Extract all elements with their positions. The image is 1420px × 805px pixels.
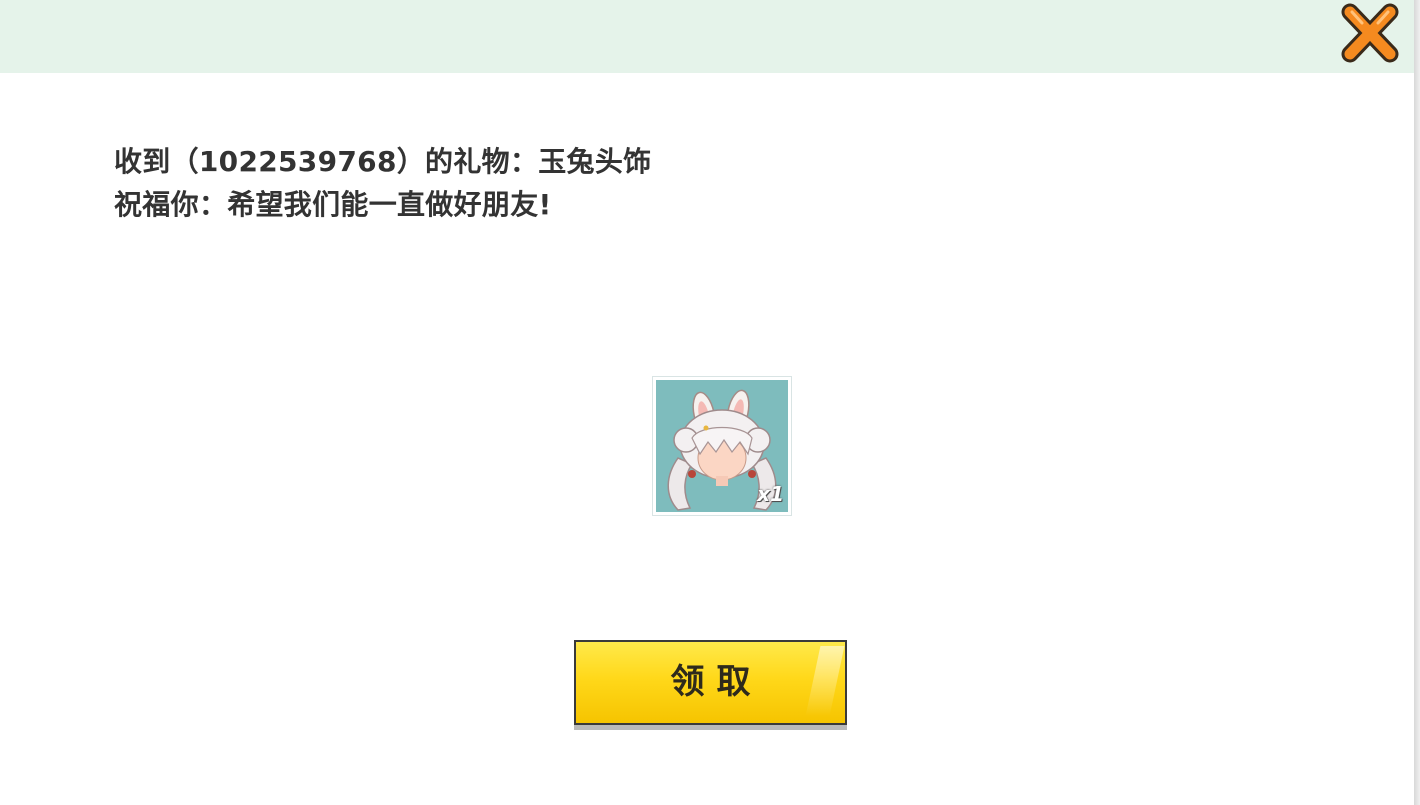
gift-quantity: x1	[757, 482, 784, 506]
header-bar	[0, 0, 1414, 73]
close-x-icon	[1341, 3, 1399, 63]
gift-message: 收到（1022539768）的礼物：玉兔头饰 祝福你：希望我们能一直做好朋友!	[114, 140, 651, 226]
blessing-line: 祝福你：希望我们能一直做好朋友!	[114, 188, 552, 221]
gift-received-line: 收到（1022539768）的礼物：玉兔头饰	[114, 145, 652, 178]
close-button[interactable]	[1340, 2, 1400, 64]
gift-popup: 收到（1022539768）的礼物：玉兔头饰 祝福你：希望我们能一直做好朋友!	[0, 0, 1420, 805]
claim-button-label: 领取	[670, 662, 763, 702]
scrollbar-edge	[1414, 0, 1420, 805]
gift-item-slot[interactable]: x1	[652, 376, 792, 516]
gift-thumbnail: x1	[656, 380, 788, 512]
claim-button-shadow	[574, 725, 847, 730]
claim-button[interactable]: 领取	[574, 640, 847, 730]
